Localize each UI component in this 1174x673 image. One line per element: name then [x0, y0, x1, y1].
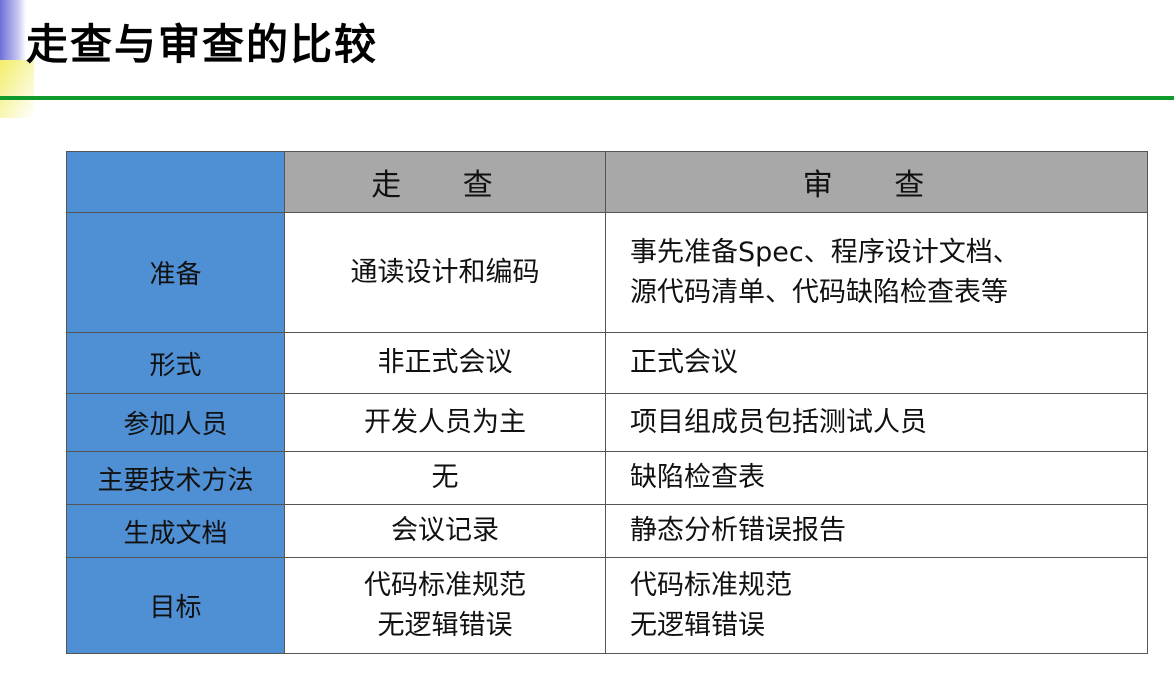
inspection-cell: 事先准备Spec、程序设计文档、 源代码清单、代码缺陷检查表等: [605, 212, 1148, 333]
table-row: 主要技术方法 无 缺陷检查表: [66, 451, 1148, 505]
cell-text: 会议记录: [391, 515, 499, 546]
walkthrough-cell: 代码标准规范 无逻辑错误: [284, 557, 606, 654]
header-inspection: 审 查: [605, 151, 1148, 213]
inspection-cell: 正式会议: [605, 332, 1148, 394]
walkthrough-cell: 通读设计和编码: [284, 212, 606, 333]
cell-text: 项目组成员包括测试人员: [630, 406, 927, 438]
table-row: 生成文档 会议记录 静态分析错误报告: [66, 504, 1148, 558]
slide-title: 走查与审查的比较: [26, 20, 379, 69]
table-row: 参加人员 开发人员为主 项目组成员包括测试人员: [66, 393, 1148, 452]
cell-text: 源代码清单、代码缺陷检查表等: [630, 276, 1008, 308]
table-row: 准备 通读设计和编码 事先准备Spec、程序设计文档、 源代码清单、代码缺陷检查…: [66, 212, 1148, 333]
walkthrough-cell: 非正式会议: [284, 332, 606, 394]
cell-text: 开发人员为主: [364, 406, 526, 438]
inspection-cell: 代码标准规范 无逻辑错误: [605, 557, 1148, 654]
cell-text: 非正式会议: [377, 347, 513, 378]
cell-text: 缺陷检查表: [630, 462, 765, 493]
row-label: 参加人员: [66, 393, 285, 452]
cell-text: 代码标准规范: [364, 569, 526, 601]
cell-text: 代码标准规范: [630, 569, 792, 601]
row-label: 形式: [66, 332, 285, 394]
header-walkthrough: 走 查: [284, 151, 606, 213]
inspection-cell: 缺陷检查表: [605, 451, 1148, 505]
cell-text: 无逻辑错误: [630, 609, 765, 641]
walkthrough-cell: 开发人员为主: [284, 393, 606, 452]
row-label: 生成文档: [66, 504, 285, 558]
row-label: 目标: [66, 557, 285, 654]
cell-text: 通读设计和编码: [350, 256, 540, 288]
title-divider: [0, 96, 1174, 100]
comparison-table: 走 查 审 查 准备 通读设计和编码 事先准备Spec、程序设计文档、 源代码清…: [66, 151, 1148, 654]
walkthrough-cell: 会议记录: [284, 504, 606, 558]
accent-bar-blue: [0, 0, 26, 60]
inspection-cell: 项目组成员包括测试人员: [605, 393, 1148, 452]
table-header-row: 走 查 审 查: [66, 151, 1148, 213]
cell-text: 正式会议: [630, 347, 738, 378]
cell-text: 静态分析错误报告: [630, 515, 846, 546]
header-corner-cell: [66, 151, 285, 213]
row-label: 主要技术方法: [66, 451, 285, 505]
row-label: 准备: [66, 212, 285, 333]
inspection-cell: 静态分析错误报告: [605, 504, 1148, 558]
cell-text: 无逻辑错误: [377, 609, 513, 641]
cell-text: 事先准备Spec、程序设计文档、: [630, 236, 1020, 268]
walkthrough-cell: 无: [284, 451, 606, 505]
table-row: 形式 非正式会议 正式会议: [66, 332, 1148, 394]
table-row: 目标 代码标准规范 无逻辑错误 代码标准规范 无逻辑错误: [66, 557, 1148, 654]
cell-text: 无: [431, 462, 459, 493]
